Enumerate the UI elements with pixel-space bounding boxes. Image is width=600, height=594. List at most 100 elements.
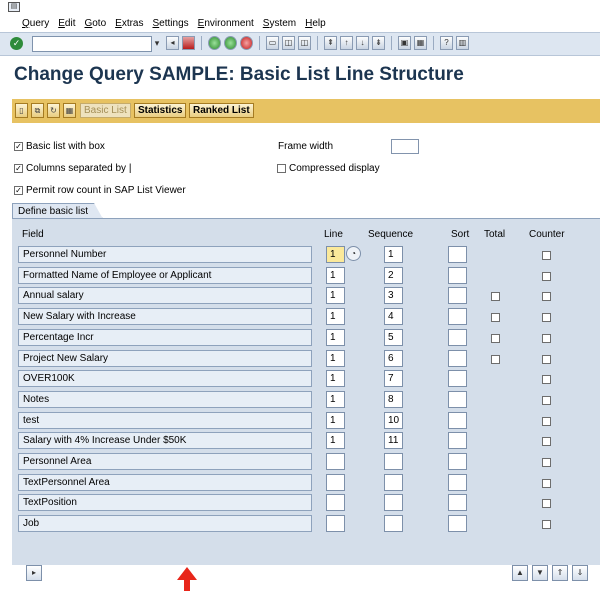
sequence-input[interactable]: 10	[384, 412, 403, 429]
line-input[interactable]: 1	[326, 412, 345, 429]
first-page-icon[interactable]: ⇞	[324, 36, 337, 50]
print-icon[interactable]: ▭	[266, 36, 279, 50]
field-name-cell[interactable]: OVER100K	[18, 370, 312, 387]
sequence-input[interactable]: 5	[384, 329, 403, 346]
option-compressed-display[interactable]: Compressed display	[277, 163, 380, 174]
field-name-cell[interactable]: Percentage Incr	[18, 329, 312, 346]
field-name-cell[interactable]: TextPosition	[18, 494, 312, 511]
sequence-input[interactable]: 2	[384, 267, 403, 284]
basic-list-button[interactable]: Basic List	[80, 103, 131, 118]
sequence-input[interactable]: 3	[384, 287, 403, 304]
statistics-button[interactable]: Statistics	[134, 103, 187, 118]
sort-input[interactable]	[448, 391, 467, 408]
menu-settings[interactable]: Settings	[153, 18, 189, 29]
sort-input[interactable]	[448, 432, 467, 449]
field-name-cell[interactable]: Personnel Area	[18, 453, 312, 470]
sequence-input[interactable]: 11	[384, 432, 403, 449]
counter-checkbox[interactable]	[542, 355, 551, 364]
sequence-input[interactable]: 1	[384, 246, 403, 263]
sequence-input[interactable]: 7	[384, 370, 403, 387]
field-name-cell[interactable]: Annual salary	[18, 287, 312, 304]
tab-define-basic-list[interactable]: Define basic list	[12, 203, 103, 219]
sequence-input[interactable]: 4	[384, 308, 403, 325]
previous-page-icon[interactable]: ↑	[340, 36, 353, 50]
field-name-cell[interactable]: Project New Salary	[18, 350, 312, 367]
counter-checkbox[interactable]	[542, 437, 551, 446]
menu-help[interactable]: Help	[305, 18, 326, 29]
total-checkbox[interactable]	[491, 292, 500, 301]
menu-goto[interactable]: Goto	[84, 18, 106, 29]
counter-checkbox[interactable]	[542, 499, 551, 508]
counter-checkbox[interactable]	[542, 334, 551, 343]
menu-query[interactable]: Query	[22, 18, 49, 29]
move-up-icon[interactable]: ▲	[512, 565, 528, 581]
option-permit-row-count[interactable]: ✓ Permit row count in SAP List Viewer	[14, 185, 186, 196]
counter-checkbox[interactable]	[542, 251, 551, 260]
option-columns-separated[interactable]: ✓ Columns separated by |	[14, 163, 131, 174]
compressed-display-checkbox[interactable]	[277, 164, 286, 173]
next-page-icon[interactable]: ↓	[356, 36, 369, 50]
sequence-input[interactable]: 6	[384, 350, 403, 367]
page-up-icon[interactable]: ⇑	[552, 565, 568, 581]
command-field[interactable]	[32, 36, 152, 52]
find-next-icon[interactable]: ◫	[298, 36, 311, 50]
menu-edit[interactable]: Edit	[58, 18, 75, 29]
line-input[interactable]	[326, 494, 345, 511]
layout-grid-icon[interactable]: ▦	[63, 103, 76, 118]
copy-icon[interactable]: ⧉	[31, 103, 44, 118]
layout-icon[interactable]: ▥	[456, 36, 469, 50]
exit-icon[interactable]	[224, 36, 237, 50]
sort-input[interactable]	[448, 474, 467, 491]
sequence-input[interactable]	[384, 474, 403, 491]
total-checkbox[interactable]	[491, 334, 500, 343]
field-name-cell[interactable]: New Salary with Increase	[18, 308, 312, 325]
sort-input[interactable]	[448, 287, 467, 304]
save-icon[interactable]	[182, 36, 195, 50]
cancel-icon[interactable]	[240, 36, 253, 50]
sort-input[interactable]	[448, 370, 467, 387]
line-input[interactable]: 1	[326, 246, 345, 263]
counter-checkbox[interactable]	[542, 479, 551, 488]
field-name-cell[interactable]: Job	[18, 515, 312, 532]
line-input[interactable]: 1	[326, 350, 345, 367]
move-down-icon[interactable]: ▼	[532, 565, 548, 581]
counter-checkbox[interactable]	[542, 292, 551, 301]
line-input[interactable]: 1	[326, 329, 345, 346]
line-input[interactable]	[326, 515, 345, 532]
field-name-cell[interactable]: Notes	[18, 391, 312, 408]
sort-input[interactable]	[448, 329, 467, 346]
refresh-icon[interactable]: ↻	[47, 103, 60, 118]
sort-input[interactable]	[448, 246, 467, 263]
sort-input[interactable]	[448, 412, 467, 429]
sort-input[interactable]	[448, 515, 467, 532]
line-input[interactable]: 1	[326, 267, 345, 284]
field-name-cell[interactable]: Formatted Name of Employee or Applicant	[18, 267, 312, 284]
sort-input[interactable]	[448, 267, 467, 284]
frame-width-input[interactable]	[391, 139, 419, 154]
counter-checkbox[interactable]	[542, 313, 551, 322]
ranked-list-button[interactable]: Ranked List	[189, 103, 254, 118]
value-help-icon[interactable]: ◔	[346, 246, 361, 261]
field-name-cell[interactable]: TextPersonnel Area	[18, 474, 312, 491]
insert-field-icon[interactable]: ▸	[26, 565, 42, 581]
line-input[interactable]: 1	[326, 432, 345, 449]
last-page-icon[interactable]: ⇟	[372, 36, 385, 50]
create-session-icon[interactable]: ▣	[398, 36, 411, 50]
counter-checkbox[interactable]	[542, 375, 551, 384]
line-input[interactable]: 1	[326, 391, 345, 408]
shortcut-icon[interactable]: ▦	[414, 36, 427, 50]
command-scroll-icon[interactable]: ◂	[166, 36, 179, 50]
new-document-icon[interactable]: ▯	[15, 103, 28, 118]
line-input[interactable]: 1	[326, 308, 345, 325]
field-name-cell[interactable]: Salary with 4% Increase Under $50K	[18, 432, 312, 449]
command-dropdown-icon[interactable]: ▾	[152, 36, 162, 50]
back-icon[interactable]	[208, 36, 221, 50]
sort-input[interactable]	[448, 453, 467, 470]
line-input[interactable]	[326, 453, 345, 470]
basic-list-box-checkbox[interactable]: ✓	[14, 142, 23, 151]
line-input[interactable]	[326, 474, 345, 491]
field-name-cell[interactable]: Personnel Number	[18, 246, 312, 263]
line-input[interactable]: 1	[326, 287, 345, 304]
check-icon[interactable]: ✓	[10, 37, 23, 50]
sequence-input[interactable]: 8	[384, 391, 403, 408]
